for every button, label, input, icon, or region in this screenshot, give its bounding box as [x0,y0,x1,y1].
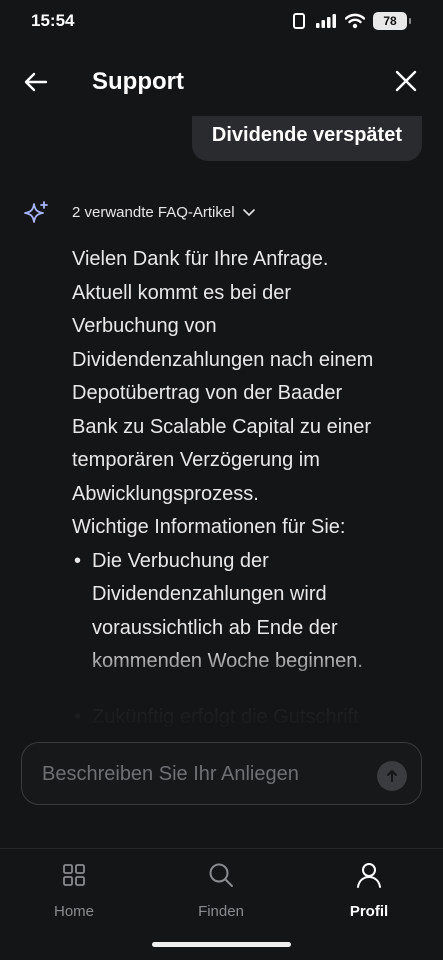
sparkle-icon [24,201,48,223]
nav-item-profile[interactable]: Profil [314,861,424,920]
bot-line: Verbuchung von [72,315,217,337]
page-title: Support [92,68,184,95]
user-message-bubble: Dividende verspätet [191,116,422,161]
bot-line: Dividendenzahlungen nach einem [72,348,374,371]
message-input-placeholder: Beschreiben Sie Ihr Anliegen [42,763,299,785]
status-time: 15:54 [31,11,75,30]
user-message-text: Dividende verspätet [211,124,402,146]
faq-articles-toggle[interactable]: 2 verwandte FAQ-Artikel [72,204,255,221]
header: Support [0,56,443,106]
faq-articles-label: 2 verwandte FAQ-Artikel [72,204,235,221]
nav-label-profile: Profil [349,903,389,920]
chat-area[interactable]: Dividende verspätet 2 verwandte FAQ-Arti… [0,106,443,736]
nav-label-search: Finden [198,903,244,920]
cellular-signal-icon [316,14,336,28]
chevron-down-icon [242,208,255,216]
bot-message-text: Vielen Dank für Ihre Anfrage. Aktuell ko… [72,243,422,734]
bot-line: Aktuell kommt es bei der [72,281,291,304]
home-indicator [152,942,291,947]
bot-line: Wichtige Informationen für Sie: [72,516,346,538]
bullet-item: Zukünftig erfolgt die Gutschrift [72,701,422,735]
battery-icon: 78 [373,12,411,30]
orientation-lock-icon [293,13,305,29]
send-arrow-icon [387,770,397,782]
status-bar: 15:54 78 [0,0,443,44]
grid-icon [63,864,85,886]
person-icon [357,863,381,888]
message-input[interactable]: Beschreiben Sie Ihr Anliegen [21,742,422,805]
bot-line: Depotübertrag von der Baader [72,382,343,404]
status-icons: 78 [291,12,411,30]
send-button[interactable] [377,761,407,791]
nav-label-home: Home [53,903,94,920]
bot-line: Abwicklungsprozess. [72,482,259,505]
info-bullet-list: Die Verbuchung der Dividendenzahlungen w… [72,545,422,735]
search-icon [209,863,233,887]
battery-level: 78 [383,14,397,28]
nav-item-search[interactable]: Finden [166,861,276,920]
bot-line: Vielen Dank für Ihre Anfrage. [72,248,329,270]
wifi-icon [345,13,365,29]
nav-item-home[interactable]: Home [19,861,129,920]
bot-line: Bank zu Scalable Capital zu einer [72,415,372,438]
bot-line: temporären Verzögerung im [72,449,320,471]
close-icon[interactable] [393,68,419,94]
back-arrow-icon[interactable] [22,68,50,96]
bullet-item: Die Verbuchung der Dividendenzahlungen w… [72,545,422,679]
